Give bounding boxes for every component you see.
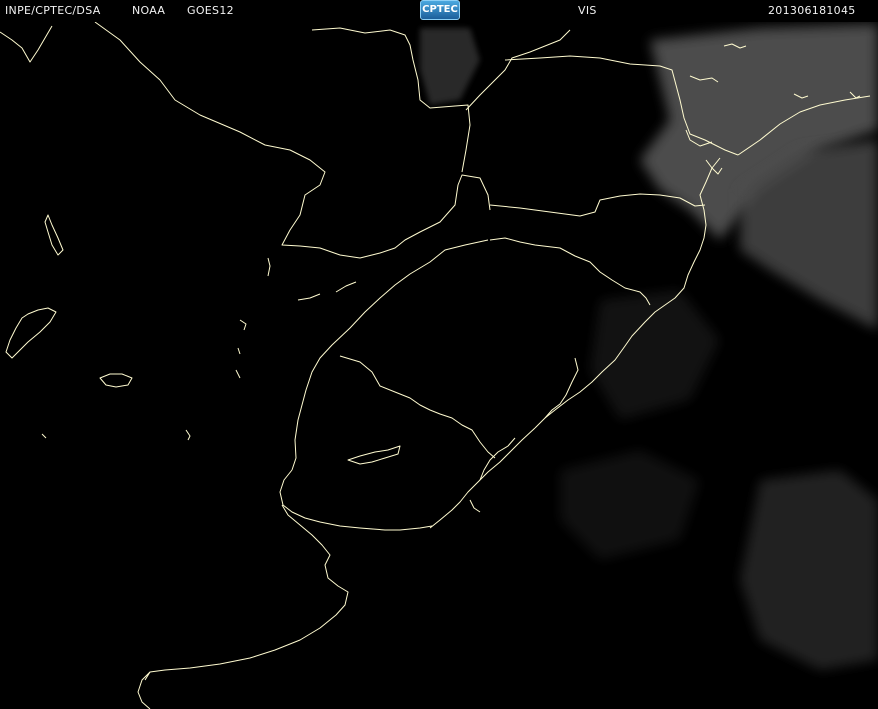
satellite-image <box>0 22 878 709</box>
cptec-logo-text: CPTEC <box>422 4 458 15</box>
satellite-label: GOES12 <box>187 4 234 17</box>
source-label: INPE/CPTEC/DSA <box>5 4 101 17</box>
image-header: INPE/CPTEC/DSA NOAA GOES12 CPTEC VIS 201… <box>0 0 878 22</box>
cptec-logo: CPTEC <box>420 0 460 20</box>
agency-label: NOAA <box>132 4 166 17</box>
channel-label: VIS <box>578 4 597 17</box>
timestamp-label: 201306181045 <box>768 4 856 17</box>
